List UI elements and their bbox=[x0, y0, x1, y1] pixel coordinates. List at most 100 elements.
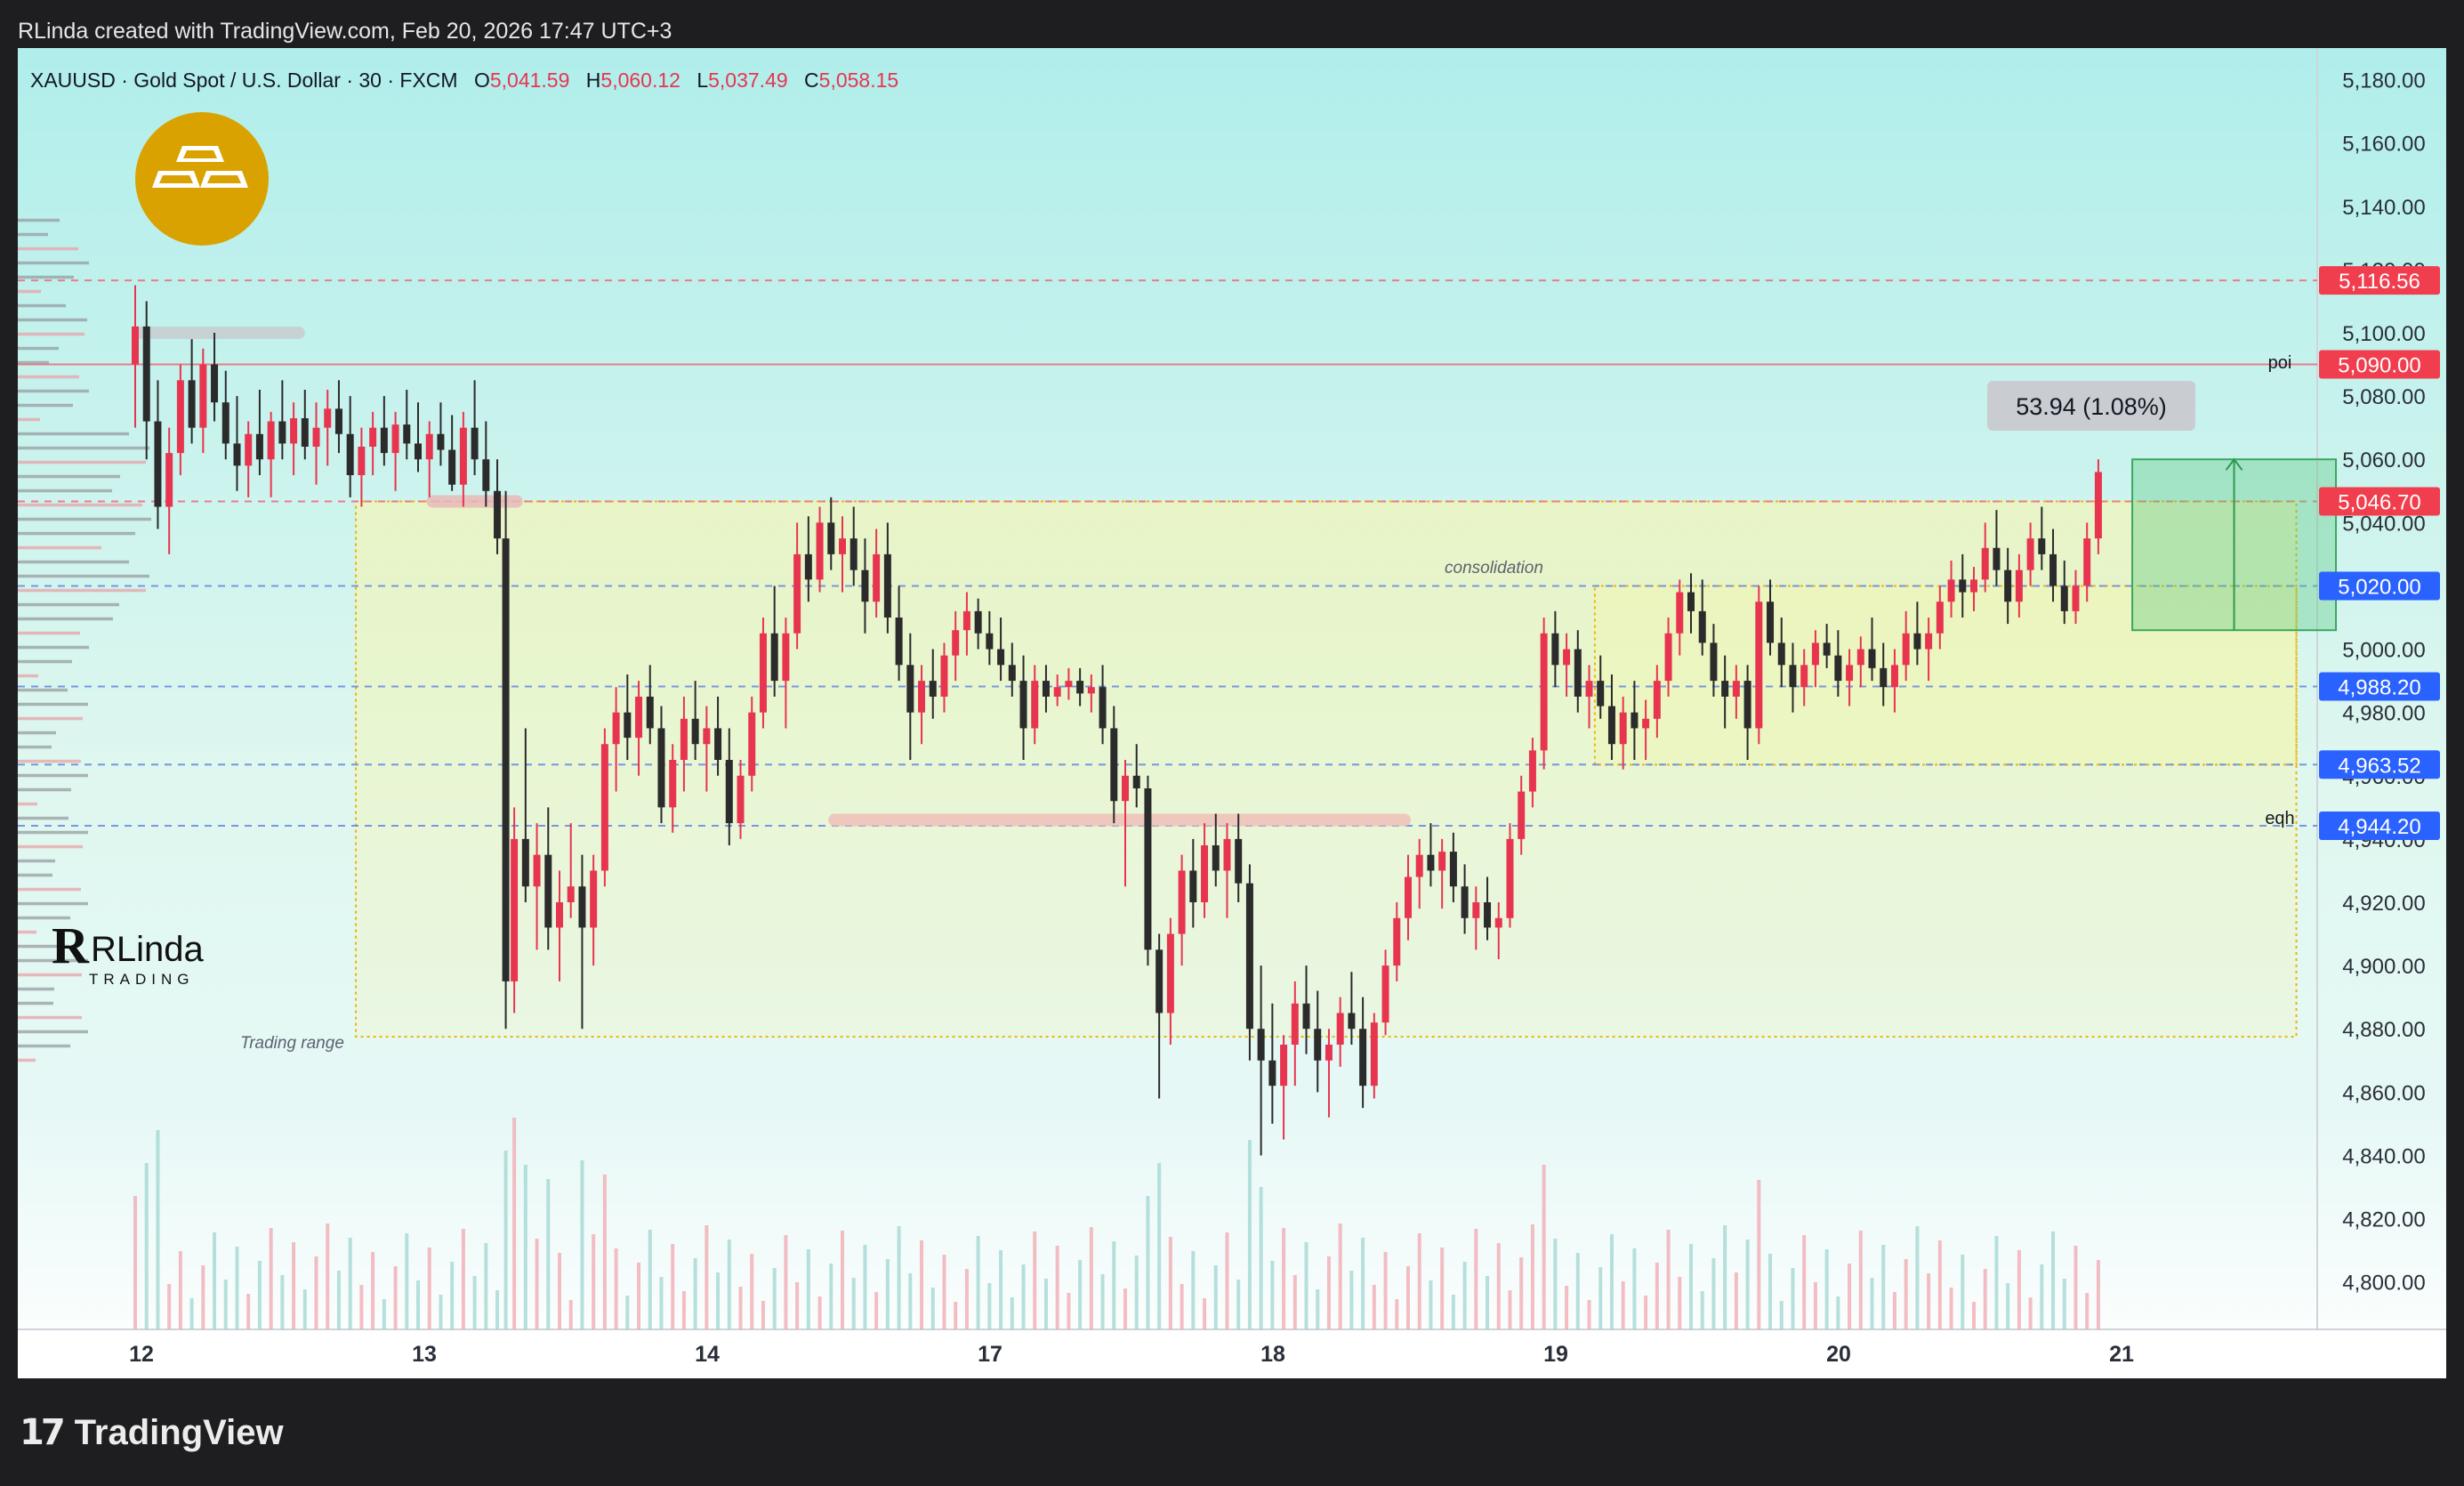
volume-bar bbox=[1519, 1257, 1524, 1329]
volume-profile-bar bbox=[18, 375, 79, 379]
candle-body bbox=[759, 633, 767, 713]
volume-profile-bar bbox=[18, 346, 59, 351]
volume-bar bbox=[1247, 1140, 1252, 1329]
candle-body bbox=[255, 433, 263, 460]
candle-body bbox=[1053, 687, 1061, 697]
y-tick-label: 5,180.00 bbox=[2342, 69, 2425, 93]
candle-body bbox=[737, 775, 745, 824]
volume-bar bbox=[1655, 1263, 1659, 1329]
candle-body bbox=[324, 408, 332, 428]
candle-body bbox=[2038, 538, 2046, 554]
volume-bar bbox=[2028, 1297, 2033, 1329]
volume-bar bbox=[1338, 1224, 1342, 1329]
volume-bar bbox=[495, 1290, 500, 1329]
legend-symbol: XAUUSD · Gold Spot / U.S. Dollar · 30 · … bbox=[30, 69, 458, 92]
chart-attribution: RLinda created with TradingView.com, Feb… bbox=[18, 19, 672, 44]
volume-bar bbox=[1632, 1248, 1637, 1329]
volume-bar bbox=[269, 1228, 273, 1329]
candle-body bbox=[1540, 633, 1548, 751]
volume-bar bbox=[1146, 1196, 1150, 1329]
candle-body bbox=[1811, 642, 1819, 666]
volume-profile-bar bbox=[18, 759, 81, 763]
watermark-name: RLinda bbox=[91, 930, 205, 969]
y-tick-label: 4,820.00 bbox=[2342, 1208, 2425, 1232]
candle-body bbox=[1268, 1060, 1276, 1086]
volume-bar bbox=[1791, 1268, 1795, 1329]
volume-bar bbox=[1587, 1300, 1591, 1329]
candle-body bbox=[1132, 775, 1140, 788]
candle-body bbox=[1212, 845, 1220, 871]
volume-bar bbox=[1666, 1230, 1671, 1329]
candle-body bbox=[1223, 838, 1231, 871]
volume-bar bbox=[484, 1243, 488, 1329]
candle-body bbox=[850, 538, 858, 570]
volume-profile-bar bbox=[18, 787, 71, 792]
volume-bar bbox=[503, 1151, 508, 1329]
candle-body bbox=[521, 838, 529, 887]
candle-body bbox=[1099, 687, 1107, 729]
candle-body bbox=[1178, 870, 1186, 934]
candle-body bbox=[1970, 579, 1977, 593]
volume-bar bbox=[738, 1287, 743, 1329]
chart-frame[interactable]: 4,800.00 4,820.00 4,840.00 4,860.00 4,880.00… bbox=[18, 48, 2446, 1378]
volume-bar bbox=[546, 1179, 551, 1329]
candle-body bbox=[612, 712, 620, 745]
candle-body bbox=[1381, 965, 1389, 1023]
candle-body bbox=[415, 443, 422, 460]
candle-body bbox=[312, 427, 320, 447]
candle-body bbox=[1925, 633, 1933, 650]
volume-bar bbox=[2073, 1246, 2078, 1329]
volume-bar bbox=[671, 1244, 675, 1329]
volume-bar bbox=[1429, 1280, 1433, 1329]
candle-body bbox=[1314, 1029, 1322, 1061]
volume-profile-bar bbox=[18, 1058, 36, 1062]
candle-body bbox=[1348, 1013, 1356, 1030]
volume-bar bbox=[213, 1232, 217, 1329]
price-tag-label: 4,963.52 bbox=[2338, 754, 2420, 778]
volume-bar bbox=[1191, 1251, 1196, 1329]
volume-bar bbox=[1542, 1165, 1546, 1329]
candle-body bbox=[590, 870, 598, 928]
volume-bar bbox=[987, 1283, 992, 1329]
volume-profile-bar bbox=[18, 859, 55, 863]
price-chart[interactable]: 4,800.00 4,820.00 4,840.00 4,860.00 4,880.00… bbox=[18, 48, 2446, 1378]
candle-body bbox=[188, 380, 196, 428]
candle-body bbox=[544, 854, 552, 928]
volume-bar bbox=[863, 1245, 867, 1329]
volume-bar bbox=[1621, 1281, 1625, 1329]
candle-body bbox=[1076, 681, 1084, 694]
volume-profile-bar bbox=[18, 289, 41, 294]
candle-body bbox=[1235, 838, 1243, 884]
candle-body bbox=[861, 569, 869, 602]
candle-body bbox=[1913, 633, 1921, 650]
measure-label-text: 53.94 (1.08%) bbox=[2016, 393, 2167, 420]
volume-bar bbox=[1349, 1271, 1354, 1329]
volume-bar bbox=[874, 1292, 879, 1329]
volume-profile-bar bbox=[18, 261, 89, 265]
volume-profile-bar bbox=[18, 432, 129, 436]
volume-bar bbox=[1994, 1236, 1999, 1329]
candle-body bbox=[459, 427, 467, 485]
volume-bar bbox=[1836, 1296, 1840, 1329]
candle-body bbox=[556, 902, 563, 928]
volume-bar bbox=[897, 1226, 901, 1329]
volume-bar bbox=[246, 1294, 251, 1329]
candle-body bbox=[1144, 788, 1152, 950]
volume-profile-bar bbox=[18, 588, 146, 593]
volume-bar bbox=[1779, 1301, 1784, 1329]
x-tick-label: 20 bbox=[1826, 1342, 1851, 1367]
candle-body bbox=[1721, 681, 1729, 697]
candle-body bbox=[1393, 917, 1401, 966]
volume-bar bbox=[416, 1280, 420, 1329]
volume-bar bbox=[1157, 1163, 1162, 1329]
volume-bar bbox=[1033, 1232, 1037, 1329]
candle-body bbox=[635, 696, 643, 739]
candle-body bbox=[1767, 602, 1775, 643]
volume-bar bbox=[1440, 1248, 1445, 1329]
volume-bar bbox=[784, 1235, 788, 1329]
time-scale-area[interactable] bbox=[18, 1329, 2446, 1378]
tradingview-logo[interactable]: 17 TradingView bbox=[20, 1410, 284, 1455]
candle-body bbox=[2094, 472, 2102, 539]
candle-body bbox=[1868, 649, 1876, 668]
price-tag-label: 5,116.56 bbox=[2339, 270, 2420, 294]
